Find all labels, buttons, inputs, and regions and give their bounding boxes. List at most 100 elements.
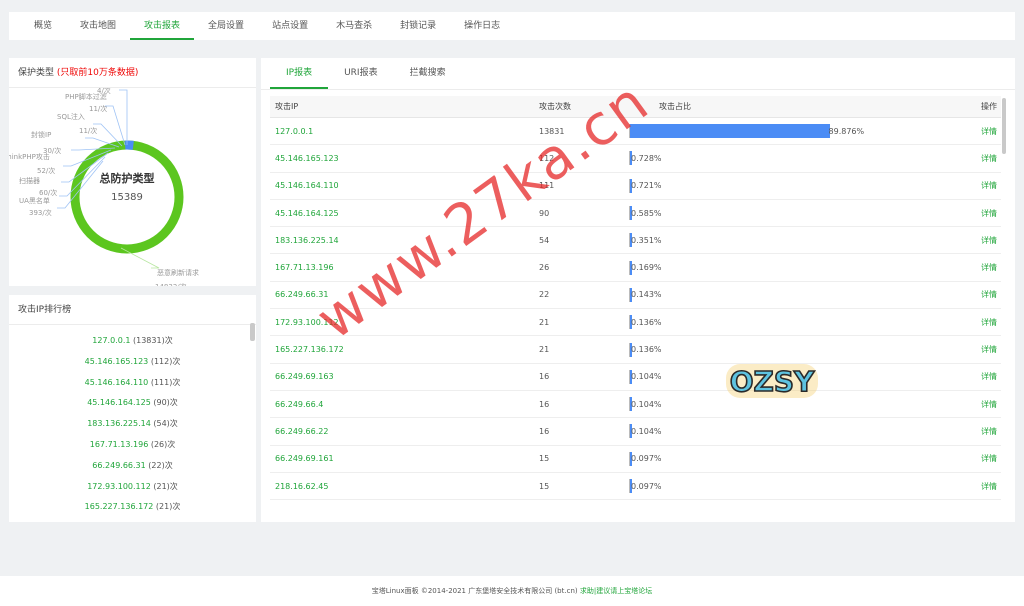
protect-type-card: 保护类型 (只取前10万条数据) 4/次 PHP脚本过滤 11/次 SQL注入 11/次…	[9, 58, 256, 286]
nav-tab-7[interactable]: 操作日志	[450, 12, 514, 40]
protect-title-note: (只取前10万条数据)	[56, 68, 139, 78]
donut-label: ThinkPHP攻击	[9, 153, 50, 161]
row-ip[interactable]: 66.249.69.161	[270, 454, 539, 463]
rank-count: (13831)次	[133, 336, 173, 345]
row-count: 90	[539, 208, 550, 218]
rank-ip[interactable]: 45.146.164.110	[85, 378, 149, 387]
table-row: 66.249.66.4 16 0.104% 详情	[270, 391, 1001, 419]
detail-link[interactable]: 详情	[967, 153, 1001, 164]
rank-ip[interactable]: 167.71.13.196	[90, 440, 149, 449]
rank-ip[interactable]: 45.146.165.123	[85, 357, 149, 366]
detail-link[interactable]: 详情	[967, 453, 1001, 464]
rank-list-item: 45.146.164.125 (90)次	[9, 393, 256, 414]
ip-rank-list[interactable]: 127.0.0.1 (13831)次 45.146.165.123 (112)次 4…	[9, 325, 256, 521]
ratio-bar-fill	[630, 124, 830, 139]
row-ratio: 89.876%	[629, 124, 967, 139]
row-ip[interactable]: 66.249.69.163	[270, 372, 539, 381]
row-ip[interactable]: 127.0.0.1	[270, 127, 539, 136]
ratio-bar-track	[629, 124, 830, 139]
rank-list-item: 127.0.0.1 (13831)次	[9, 331, 256, 352]
rank-ip[interactable]: 183.136.225.14	[87, 419, 151, 428]
nav-tab-3[interactable]: 全局设置	[194, 12, 258, 40]
rank-count: (90)次	[153, 398, 178, 408]
row-ratio: 0.136%	[629, 315, 967, 330]
report-subtab-1[interactable]: URI报表	[328, 58, 394, 89]
detail-link[interactable]: 详情	[967, 289, 1001, 300]
row-ip[interactable]: 66.249.66.4	[270, 400, 539, 409]
col-attack-ratio: 攻击占比	[659, 102, 691, 111]
donut-label: 14832/次	[155, 282, 187, 286]
table-row: 66.249.69.163 16 0.104% 详情	[270, 364, 1001, 391]
detail-link[interactable]: 详情	[967, 262, 1001, 273]
detail-link[interactable]: 详情	[967, 235, 1001, 246]
rank-ip[interactable]: 165.227.136.172	[85, 502, 154, 511]
protect-title-text: 保护类型	[18, 68, 55, 78]
rank-list-item: 183.136.225.14 (54)次	[9, 414, 256, 435]
ratio-percent: 0.097%	[631, 481, 662, 491]
nav-tab-5[interactable]: 木马查杀	[322, 12, 386, 40]
nav-tab-0[interactable]: 概览	[20, 12, 66, 40]
detail-link[interactable]: 详情	[967, 344, 1001, 355]
row-count: 22	[539, 290, 550, 300]
detail-link[interactable]: 详情	[967, 126, 1001, 137]
row-ip[interactable]: 66.249.66.22	[270, 427, 539, 436]
ratio-percent: 0.104%	[631, 426, 662, 436]
nav-tab-2[interactable]: 攻击报表	[130, 12, 195, 40]
ozsy-logo: OZSY	[726, 364, 818, 399]
ratio-percent: 0.721%	[631, 181, 662, 191]
rank-ip[interactable]: 127.0.0.1	[92, 336, 130, 345]
row-ratio: 0.169%	[629, 260, 967, 275]
row-ratio: 0.136%	[629, 342, 967, 357]
table-row: 66.249.69.161 15 0.097% 详情	[270, 446, 1001, 473]
row-count: 16	[539, 372, 550, 382]
rank-list-item: 167.71.13.196 (26)次	[9, 435, 256, 456]
ip-rank-card: 攻击IP排行榜 127.0.0.1 (13831)次 45.146.165.123…	[9, 295, 256, 522]
donut-center-title: 总防护类型	[99, 172, 155, 185]
row-ip[interactable]: 218.16.62.45	[270, 482, 539, 491]
nav-tab-1[interactable]: 攻击地图	[66, 12, 130, 40]
rank-count: (21)次	[155, 502, 181, 512]
row-count: 21	[539, 345, 550, 355]
ip-rank-title: 攻击IP排行榜	[9, 295, 256, 325]
rank-ip[interactable]: 172.93.100.112	[87, 482, 151, 491]
table-row: 218.16.62.45 15 0.097% 详情	[270, 473, 1001, 501]
detail-link[interactable]: 详情	[967, 481, 1001, 492]
row-ratio: 0.728%	[629, 151, 967, 166]
row-ratio: 0.097%	[629, 451, 967, 466]
footer-copyright: 宝塔Linux面板 ©2014-2021 广东堡塔安全技术有限公司 (bt.cn…	[371, 587, 578, 595]
footer-forum-link[interactable]: 求助|建议请上宝塔论坛	[580, 587, 652, 595]
ratio-percent: 0.143%	[631, 290, 662, 300]
detail-link[interactable]: 详情	[967, 180, 1001, 191]
ratio-percent: 89.876%	[828, 126, 865, 136]
detail-link[interactable]: 详情	[967, 426, 1001, 437]
ratio-percent: 0.136%	[631, 317, 662, 327]
donut-label: 封锁IP	[31, 131, 52, 139]
rank-count: (22)次	[148, 460, 173, 470]
row-ip[interactable]: 172.93.100.112	[270, 318, 539, 327]
detail-link[interactable]: 详情	[967, 371, 1001, 382]
rank-scrollbar[interactable]	[250, 323, 255, 341]
row-ip[interactable]: 165.227.136.172	[270, 345, 539, 354]
row-count: 15	[539, 454, 550, 464]
table-row: 165.227.136.172 21 0.136% 详情	[270, 336, 1001, 364]
nav-tab-4[interactable]: 站点设置	[258, 12, 322, 40]
rank-count: (26)次	[150, 439, 176, 449]
rank-ip[interactable]: 66.249.66.31	[92, 461, 145, 470]
report-subtab-2[interactable]: 拦截搜索	[394, 58, 462, 89]
donut-svg	[57, 89, 184, 269]
rank-ip[interactable]: 45.146.164.125	[87, 398, 151, 407]
nav-tab-6[interactable]: 封锁记录	[386, 12, 450, 40]
svg-text:OZSY: OZSY	[730, 365, 815, 398]
detail-link[interactable]: 详情	[967, 208, 1001, 219]
ratio-percent: 0.728%	[631, 153, 662, 163]
ratio-percent: 0.104%	[631, 372, 662, 382]
detail-link[interactable]: 详情	[967, 317, 1001, 328]
table-scrollbar[interactable]	[1002, 98, 1006, 154]
rank-count: (21)次	[153, 481, 178, 491]
detail-link[interactable]: 详情	[967, 399, 1001, 410]
col-action: 操作	[981, 102, 997, 111]
report-subtab-0[interactable]: IP报表	[270, 58, 329, 89]
donut-label: 扫描器	[19, 177, 40, 185]
donut-label: 恶意刷新请求	[157, 269, 199, 277]
row-count: 54	[539, 235, 550, 245]
